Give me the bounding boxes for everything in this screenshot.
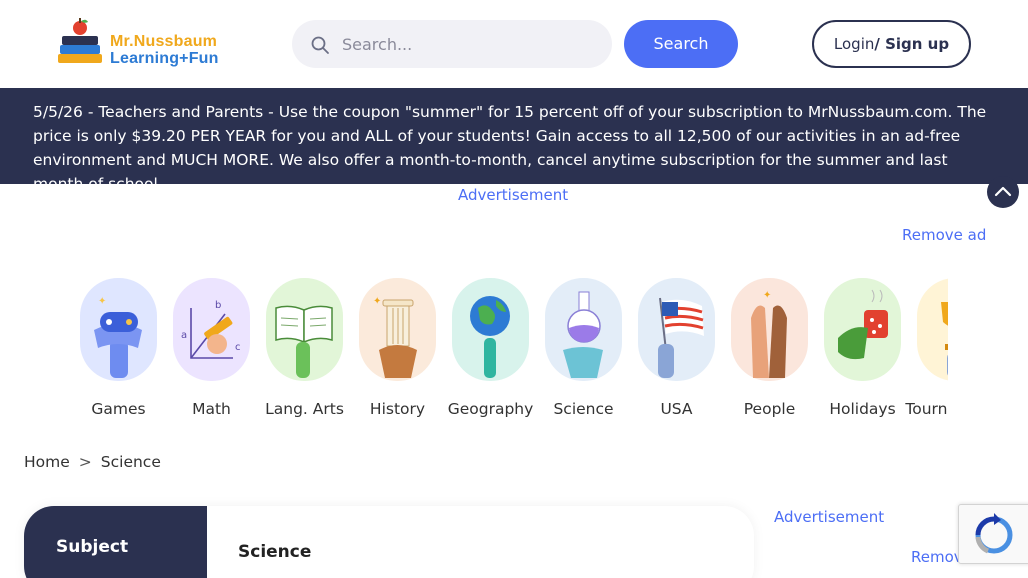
advertisement-label-side: Advertisement <box>774 508 885 526</box>
subject-heading: Subject <box>56 537 129 557</box>
open-book-icon <box>266 278 343 381</box>
high-five-icon: ✦ <box>731 278 808 381</box>
recaptcha-icon <box>975 513 1013 554</box>
subject-title: Science <box>238 542 312 562</box>
category-games[interactable]: ✦ Games <box>72 278 165 428</box>
subject-sidebar: Subject <box>24 506 207 578</box>
category-holidays[interactable]: Holidays <box>816 278 909 428</box>
game-controller-icon: ✦ <box>80 278 157 381</box>
books-apple-icon <box>58 18 102 63</box>
search-input[interactable] <box>342 20 602 68</box>
breadcrumb: Home > Science <box>24 453 161 471</box>
category-people[interactable]: ✦ People <box>723 278 816 428</box>
advertisement-label: Advertisement <box>458 186 569 204</box>
category-history[interactable]: ✦ History <box>351 278 444 428</box>
breadcrumb-current[interactable]: Science <box>101 453 161 471</box>
announcement-text: 5/5/26 - Teachers and Parents - Use the … <box>33 103 987 193</box>
svg-text:c: c <box>235 342 241 353</box>
category-geography[interactable]: Geography <box>444 278 537 428</box>
remove-ad-link[interactable]: Remove ad <box>902 226 986 244</box>
trophy-icon <box>917 278 948 381</box>
category-lang-arts[interactable]: Lang. Arts <box>258 278 351 428</box>
svg-text:✦: ✦ <box>373 296 381 307</box>
search-box <box>292 20 612 68</box>
us-flag-icon <box>638 278 715 381</box>
login-label[interactable]: Login <box>834 35 874 53</box>
globe-icon <box>452 278 529 381</box>
site-logo[interactable]: Mr.Nussbaum Learning+Fun <box>56 18 236 70</box>
category-math[interactable]: bac Math <box>165 278 258 428</box>
svg-text:b: b <box>215 300 221 311</box>
svg-text:✦: ✦ <box>98 296 106 307</box>
flask-icon <box>545 278 622 381</box>
subject-panel: Subject Science <box>24 506 754 578</box>
logo-text-bottom: Learning+Fun <box>110 50 219 67</box>
category-usa[interactable]: USA <box>630 278 723 428</box>
column-icon: ✦ <box>359 278 436 381</box>
site-header: Mr.Nussbaum Learning+Fun Search Login/ S… <box>0 0 1028 88</box>
breadcrumb-separator: > <box>78 453 92 471</box>
svg-text:✦: ✦ <box>763 290 771 301</box>
category-tournaments[interactable]: Tournaments <box>905 278 948 428</box>
search-icon <box>311 36 329 54</box>
category-strip: ✦ Games bac Math Lang. Arts ✦ History Ge… <box>72 278 948 428</box>
chevron-up-icon <box>994 186 1012 197</box>
category-science[interactable]: Science <box>537 278 630 428</box>
logo-text-top: Mr.Nussbaum <box>110 33 218 50</box>
login-signup-button[interactable]: Login/ Sign up <box>812 20 971 68</box>
pencil-math-icon: b a c <box>173 278 250 381</box>
recaptcha-badge[interactable] <box>958 504 1028 564</box>
breadcrumb-home[interactable]: Home <box>24 453 70 471</box>
category-label: Tournaments <box>905 400 948 418</box>
mug-icon <box>824 278 901 381</box>
search-button[interactable]: Search <box>624 20 738 68</box>
announcement-banner: 5/5/26 - Teachers and Parents - Use the … <box>0 88 1028 193</box>
signup-label[interactable]: / Sign up <box>874 35 949 53</box>
svg-text:a: a <box>181 330 187 341</box>
scroll-to-top-button[interactable] <box>987 176 1019 208</box>
